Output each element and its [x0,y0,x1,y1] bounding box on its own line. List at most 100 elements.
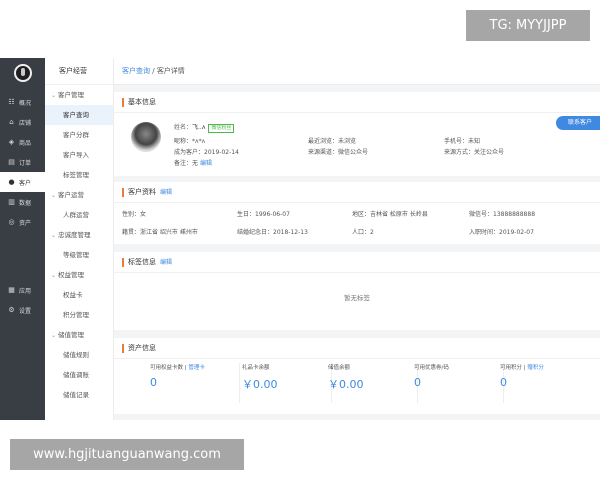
source-method-label: 来源方式： [444,149,475,156]
sidebar-item-0-0[interactable]: 客户查询 [45,105,113,125]
rail-item-label: 数据 [19,199,32,207]
source-method-value: 关注公众号 [474,149,505,156]
sidebar-item-0-3[interactable]: 标签管理 [45,165,113,185]
sidebar-group-4[interactable]: ⌄ 储值管理 [45,325,113,345]
sidebar-group-0[interactable]: ⌄ 客户管理 [45,85,113,105]
rail-item-label: 概况 [19,99,32,107]
anniversary-value: 2018-12-13 [273,229,308,236]
asset-info-title: 资产信息 [114,338,600,359]
rail-item-asset[interactable]: ◎ 资产 [0,212,45,232]
asset-item-value: 0 [414,376,421,389]
name-value: 飞..ʌ [192,124,206,131]
rail-item-tag[interactable]: ◈ 商品 [0,132,45,152]
sidebar-item-4-0[interactable]: 储值规则 [45,345,113,365]
name-label: 姓名： [174,124,193,131]
sidebar-group-label: 客户运营 [58,191,84,199]
sidebar-section-title: 客户经营 [45,58,113,85]
source-channel-value: 微信公众号 [338,149,369,156]
rail-item-user[interactable]: ● 客户 [0,172,45,192]
sidebar-item-3-0[interactable]: 权益卡 [45,285,113,305]
sidebar-item-4-2[interactable]: 储值记录 [45,385,113,405]
sidebar-group-2[interactable]: ⌄ 忠诚度管理 [45,225,113,245]
chevron-down-icon: ⌄ [51,272,57,279]
watermark-bottom: www.hgjituanguanwang.com [10,439,244,470]
sidebar-group-1[interactable]: ⌄ 客户运营 [45,185,113,205]
asset-item-value: 0 [500,376,507,389]
tag-icon: ◈ [8,138,15,146]
sidebar-group-label: 储值管理 [58,331,84,339]
asset-item-label: 礼品卡余额 [242,365,270,371]
sidebar-item-4-1[interactable]: 储值调账 [45,365,113,385]
note-value: 无 [192,160,199,167]
asset-item-label-row: 可用积分 | 赠积分 [500,363,590,371]
wechat-fan-badge: 微信粉丝 [208,124,235,133]
nickname-label: 昵称： [174,138,193,145]
customer-avatar [131,122,161,152]
sidebar-item-0-1[interactable]: 客户分群 [45,125,113,145]
last-visit-value: 未浏览 [338,138,357,145]
rail-item-label: 应用 [19,287,32,295]
anniversary-label: 结婚纪念日： [237,229,274,236]
asset-item-3: 可用优惠券/码 0 [414,363,504,403]
basic-info-card: 基本信息 姓名：飞..ʌ 微信粉丝 昵称：*ʌ*ʌ 成为客户：2019-02-14… [114,92,600,176]
sidebar-group-label: 客户管理 [58,91,84,99]
breadcrumb: 客户查询 / 客户详情 [114,58,600,85]
breadcrumb-link-customer-query[interactable]: 客户查询 [122,67,150,75]
watermark-top: TG: MYYJJPP [466,10,590,41]
asset-item-1: 礼品卡余额 ￥0.00 [242,363,332,403]
rail-item-data[interactable]: ▥ 数据 [0,192,45,212]
phone-value: 未知 [468,138,481,145]
rail-spacer [0,232,45,280]
breadcrumb-separator: / [150,67,157,75]
sidebar-item-1-0[interactable]: 人群运营 [45,205,113,225]
tag-info-card: 标签信息 编辑 暂无标签 [114,252,600,330]
secondary-sidebar: 客户经营 ⌄ 客户管理 客户查询 客户分群 客户导入 标签管理 ⌄ 客户运营 人群运营 ⌄ 忠诚度管… [45,58,114,420]
shop-logo[interactable] [13,64,32,82]
note-edit-link[interactable]: 编辑 [200,160,212,167]
asset-item-value: 0 [150,376,157,389]
main-content: 客户查询 / 客户详情 基本信息 姓名：飞..ʌ 微信粉丝 昵称：*ʌ*ʌ 成为客… [114,58,600,420]
birthday-value: 1996-06-07 [255,211,290,218]
native-place-label: 籍贯： [122,229,141,236]
app-window: ☷ 概况 ⌂ 店铺 ◈ 商品 ▤ 订单 ● 客户 ▥ 数据 ◎ 资产 ▦ 应用 ⚙ 设置 客户经营 ⌄ 客户管理 客户… [0,58,600,420]
asset-item-link[interactable]: 赠积分 [527,365,544,371]
gender-value: 女 [140,211,147,218]
asset-item-value: ￥0.00 [242,378,278,391]
contact-customer-button[interactable]: 联系客户 [556,116,600,130]
asset-item-link[interactable]: 管理卡 [188,365,205,371]
rail-item-store[interactable]: ⌂ 店铺 [0,112,45,132]
asset-info-card: 资产信息 可用权益卡数 | 管理卡 0 礼品卡余额 ￥0.00 储值余额 ￥0.00 可用优… [114,338,600,414]
sidebar-item-2-0[interactable]: 等级管理 [45,245,113,265]
rail-item-overview[interactable]: ☷ 概况 [0,92,45,112]
rail-item-apps[interactable]: ▦ 应用 [0,280,45,300]
sidebar-group-3[interactable]: ⌄ 权益管理 [45,265,113,285]
sidebar-group-label: 权益管理 [58,271,84,279]
join-date-value: 2019-02-07 [499,229,534,236]
rail-item-settings[interactable]: ⚙ 设置 [0,300,45,320]
rail-item-label: 商品 [19,139,32,147]
sidebar-group-label: 忠诚度管理 [58,231,91,239]
order-icon: ▤ [8,158,15,166]
asset-item-label-row: 储值余额 [328,363,417,371]
primary-sidebar: ☷ 概况 ⌂ 店铺 ◈ 商品 ▤ 订单 ● 客户 ▥ 数据 ◎ 资产 ▦ 应用 ⚙ 设置 [0,58,45,420]
wechat-id-value: 13888888888 [493,211,536,218]
rail-item-label: 资产 [19,219,32,227]
sidebar-item-0-2[interactable]: 客户导入 [45,145,113,165]
gender-label: 性别： [122,211,141,218]
asset-icon: ◎ [8,218,15,226]
asset-item-label: 可用优惠券/码 [414,365,449,371]
data-icon: ▥ [8,198,15,206]
become-customer-value: 2019-02-14 [204,149,239,156]
population-value: 2 [370,229,374,236]
chevron-down-icon: ⌄ [51,92,57,99]
asset-item-value: ￥0.00 [328,378,364,391]
region-value: 吉林省 松原市 长岭县 [370,211,428,218]
tag-edit-link[interactable]: 编辑 [160,259,172,266]
birthday-label: 生日： [237,211,256,218]
rail-item-order[interactable]: ▤ 订单 [0,152,45,172]
rail-item-label: 设置 [19,307,32,315]
rail-item-label: 订单 [19,159,32,167]
profile-edit-link[interactable]: 编辑 [160,189,172,196]
sidebar-item-3-1[interactable]: 积分管理 [45,305,113,325]
breadcrumb-current: 客户详情 [156,67,185,75]
